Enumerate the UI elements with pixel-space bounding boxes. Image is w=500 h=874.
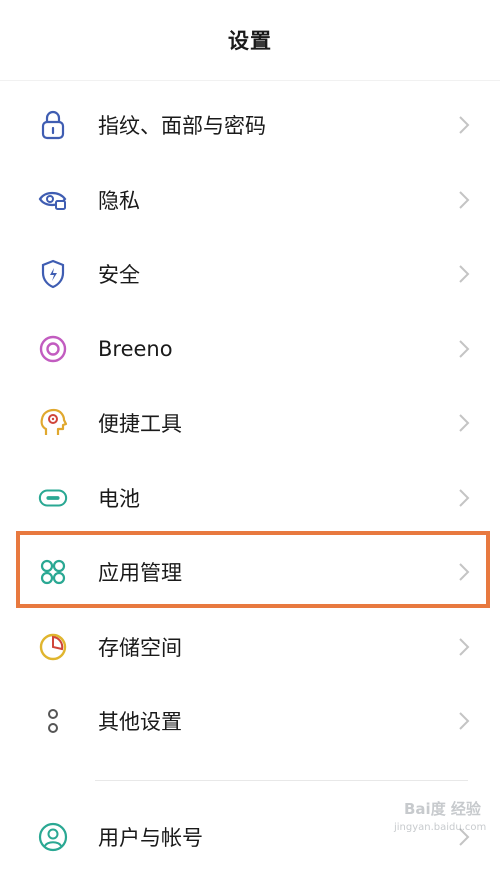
header-bar: 设置: [0, 0, 500, 81]
storage-pie-icon: [38, 632, 68, 662]
settings-item-label: 应用管理: [98, 561, 182, 586]
settings-item-other-settings[interactable]: 其他设置: [0, 684, 500, 759]
chevron-right-icon: [459, 563, 470, 581]
settings-item-label: 便捷工具: [98, 412, 182, 437]
settings-item-label: 安全: [98, 263, 140, 288]
privacy-eye-icon: [38, 185, 68, 215]
chevron-right-icon: [459, 414, 470, 432]
settings-item-convenience-tools[interactable]: 便捷工具: [0, 386, 500, 461]
settings-item-security[interactable]: 安全: [0, 237, 500, 312]
chevron-right-icon: [459, 340, 470, 358]
settings-item-label: 存储空间: [98, 635, 182, 660]
chevron-right-icon: [459, 489, 470, 507]
settings-item-label: 其他设置: [98, 710, 182, 735]
settings-item-label: 隐私: [98, 188, 140, 213]
settings-item-app-management[interactable]: 应用管理: [0, 535, 500, 610]
chevron-right-icon: [459, 116, 470, 134]
settings-item-fingerprint-face-password[interactable]: 指纹、面部与密码: [0, 88, 500, 163]
chevron-right-icon: [459, 265, 470, 283]
watermark-brand: Bai度 经验: [404, 800, 481, 818]
settings-item-label: 电池: [98, 486, 140, 511]
apps-grid-icon: [38, 557, 68, 587]
settings-item-label: 用户与帐号: [98, 826, 203, 850]
settings-item-battery[interactable]: 电池: [0, 461, 500, 536]
user-icon: [38, 822, 68, 852]
more-dots-icon: [38, 706, 68, 736]
watermark-url: jingyan.baidu.com: [394, 822, 487, 833]
settings-item-label: Breeno: [98, 336, 173, 361]
chevron-right-icon: [459, 191, 470, 209]
settings-item-label: 指纹、面部与密码: [98, 114, 266, 139]
head-bulb-icon: [38, 408, 68, 438]
breeno-ring-icon: [38, 334, 68, 364]
shield-icon: [38, 259, 68, 289]
settings-item-privacy[interactable]: 隐私: [0, 163, 500, 238]
chevron-right-icon: [459, 712, 470, 730]
lock-icon: [38, 110, 68, 140]
battery-icon: [38, 483, 68, 513]
page-title: 设置: [228, 29, 272, 53]
section-divider: [95, 780, 468, 781]
settings-item-storage[interactable]: 存储空间: [0, 610, 500, 685]
settings-item-breeno[interactable]: Breeno: [0, 312, 500, 387]
settings-list: 指纹、面部与密码 隐私 安全 Breeno 便捷工具 电池 应用管理 存储空间 …: [0, 88, 500, 759]
chevron-right-icon: [459, 638, 470, 656]
watermark: Bai度 经验 jingyan.baidu.com: [380, 798, 490, 842]
